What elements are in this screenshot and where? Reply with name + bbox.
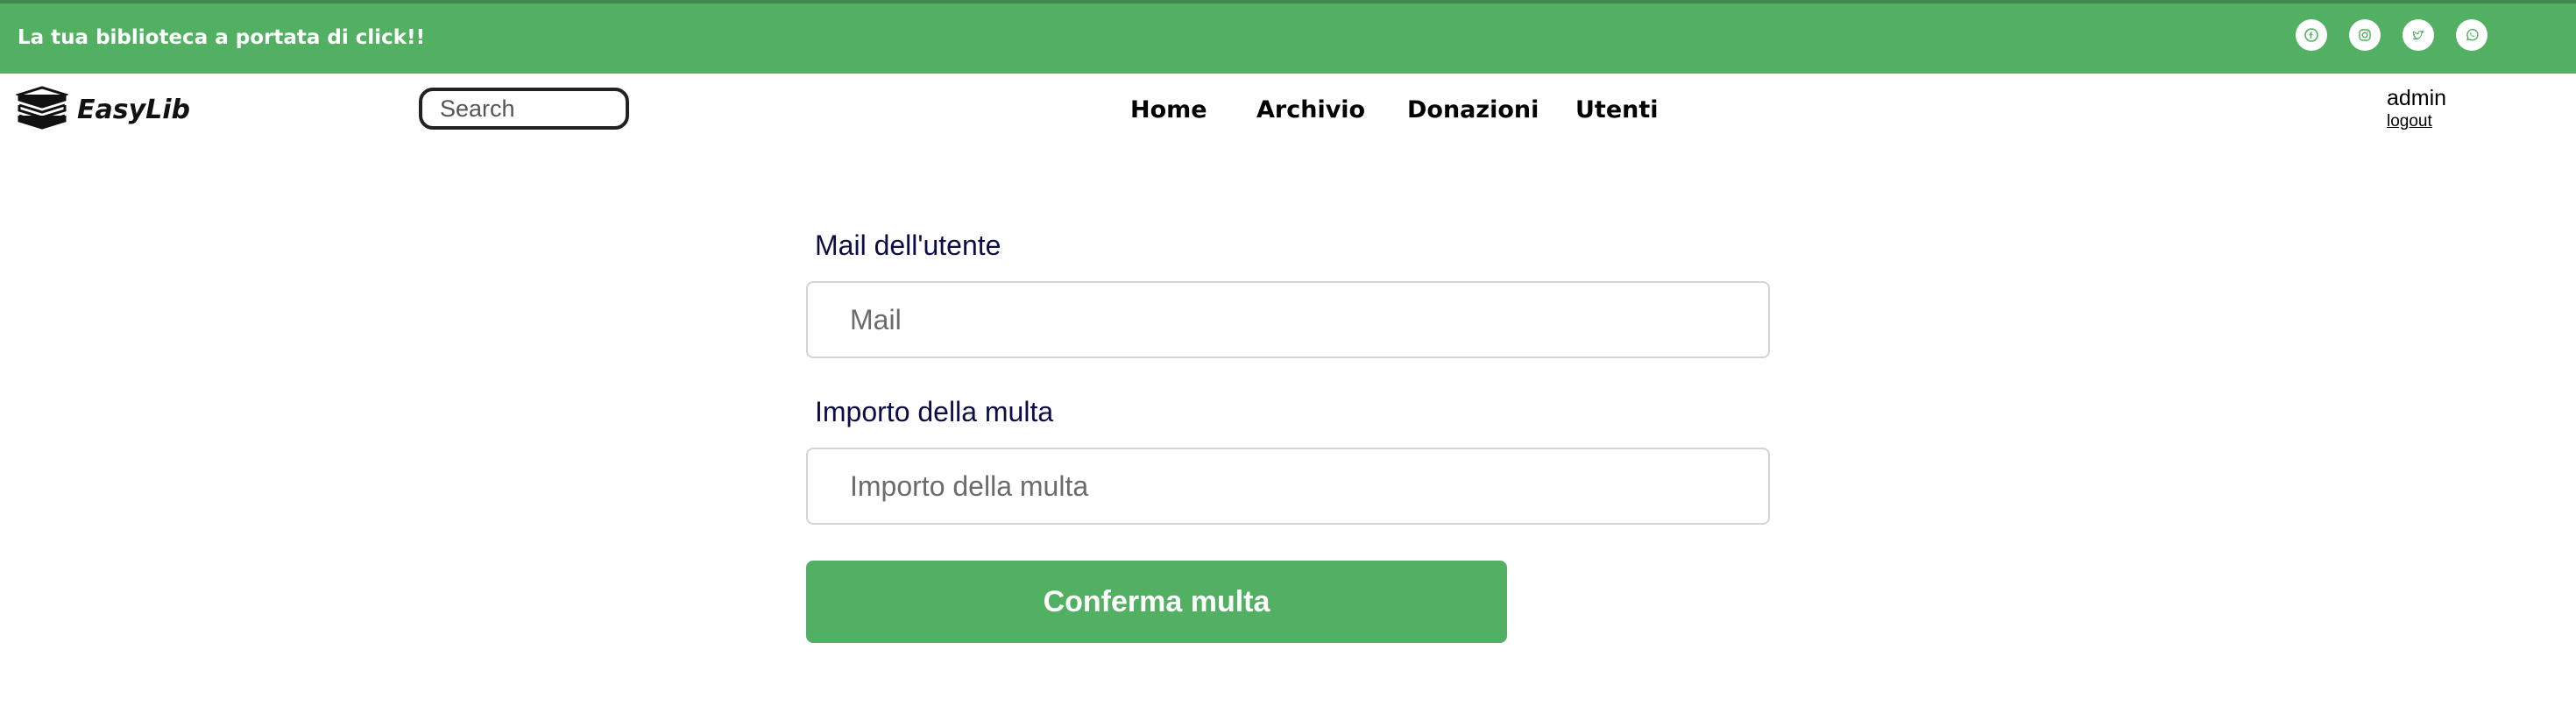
facebook-icon[interactable] — [2296, 19, 2327, 51]
nav-donazioni[interactable]: Donazioni — [1407, 96, 1539, 124]
nav-utenti[interactable]: Utenti — [1575, 96, 1659, 124]
nav-home[interactable]: Home — [1130, 96, 1207, 124]
top-banner: La tua biblioteca a portata di click!! — [0, 0, 2576, 74]
search-input[interactable] — [419, 88, 629, 130]
amount-input[interactable] — [806, 448, 1770, 525]
twitter-icon[interactable] — [2403, 19, 2434, 51]
mail-input[interactable] — [806, 281, 1770, 358]
mail-label: Mail dell'utente — [815, 229, 1001, 261]
tagline: La tua biblioteca a portata di click!! — [18, 26, 426, 49]
confirm-fine-button[interactable]: Conferma multa — [806, 561, 1507, 643]
logout-link[interactable]: logout — [2387, 112, 2432, 131]
whatsapp-icon[interactable] — [2456, 19, 2488, 51]
nav-archivio[interactable]: Archivio — [1256, 96, 1365, 124]
logo-text: EasyLib — [77, 95, 191, 125]
logo[interactable]: EasyLib — [14, 86, 191, 134]
username: admin — [2387, 86, 2447, 110]
instagram-icon[interactable] — [2349, 19, 2381, 51]
books-icon — [14, 86, 70, 134]
amount-label: Importo della multa — [815, 396, 1054, 427]
